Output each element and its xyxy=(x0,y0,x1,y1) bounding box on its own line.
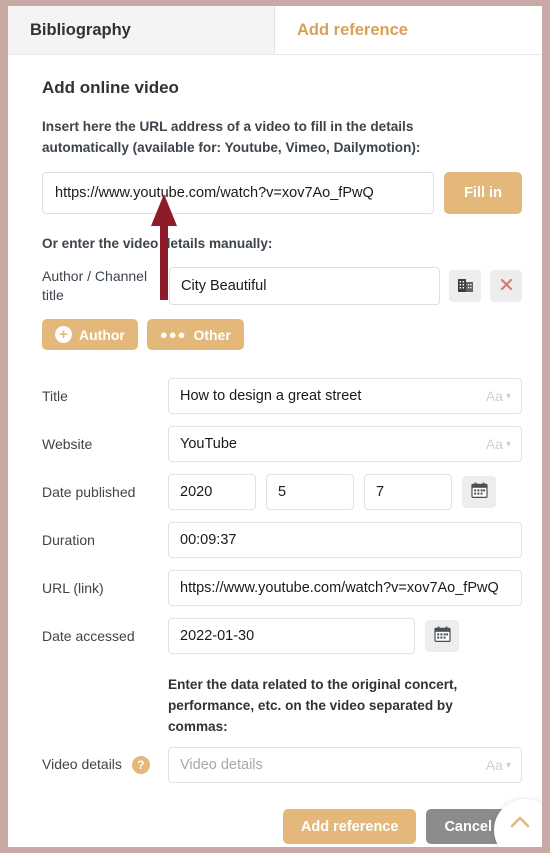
ellipsis-icon: ●●● xyxy=(159,327,187,343)
form-content: Add online video Insert here the URL add… xyxy=(8,55,542,845)
add-other-label: Other xyxy=(193,326,231,343)
url-fill-row: https://www.youtube.com/watch?v=xov7Ao_f… xyxy=(42,172,522,215)
website-input[interactable]: YouTube Aa ▾ xyxy=(168,426,522,463)
month-input[interactable]: 5 xyxy=(266,474,354,511)
remove-author-button[interactable] xyxy=(490,270,522,303)
duration-row: Duration 00:09:37 xyxy=(42,522,522,559)
website-row: Website YouTube Aa ▾ xyxy=(42,426,522,463)
day-input[interactable]: 7 xyxy=(364,474,452,511)
help-icon[interactable]: ? xyxy=(131,756,150,775)
duration-input[interactable]: 00:09:37 xyxy=(168,522,522,559)
tab-add-reference[interactable]: Add reference xyxy=(275,6,542,54)
page-title: Add online video xyxy=(42,78,179,97)
date-accessed-label: Date accessed xyxy=(42,628,135,645)
date-accessed-picker-button[interactable] xyxy=(425,620,459,653)
date-accessed-row: Date accessed 2022-01-30 xyxy=(42,618,522,655)
calendar-icon xyxy=(470,481,489,503)
website-value: YouTube xyxy=(180,436,237,453)
manual-entry-label: Or enter the video details manually: xyxy=(42,236,273,252)
fill-in-button[interactable]: Fill in xyxy=(444,172,522,215)
title-row: Title How to design a great street Aa ▾ xyxy=(42,378,522,415)
url-link-label: URL (link) xyxy=(42,580,104,597)
add-other-button[interactable]: ●●● Other xyxy=(146,319,244,351)
url-helper-text: Insert here the URL address of a video t… xyxy=(42,119,421,156)
video-details-input[interactable]: Video details Aa ▾ xyxy=(168,747,522,784)
aa-label: Aa xyxy=(485,757,503,774)
url-link-row: URL (link) https://www.youtube.com/watch… xyxy=(42,570,522,607)
chevron-down-icon: ▾ xyxy=(505,759,511,771)
video-url-input[interactable]: https://www.youtube.com/watch?v=xov7Ao_f… xyxy=(42,172,434,215)
author-input[interactable]: City Beautiful xyxy=(169,267,440,306)
website-label: Website xyxy=(42,436,93,453)
chevron-down-icon: ▾ xyxy=(505,390,511,402)
video-details-format-dropdown[interactable]: Aa ▾ xyxy=(486,757,511,773)
add-author-label: Author xyxy=(79,326,125,343)
add-author-button[interactable]: + Author xyxy=(42,319,138,351)
date-published-row: Date published 2020 5 7 xyxy=(42,474,522,511)
calendar-icon xyxy=(433,625,452,647)
author-field-label: Author / Channel title xyxy=(42,268,148,304)
add-contributor-row: + Author ●●● Other xyxy=(42,319,522,351)
url-link-input[interactable]: https://www.youtube.com/watch?v=xov7Ao_f… xyxy=(168,570,522,607)
reference-card: Bibliography Add reference Add online vi… xyxy=(8,6,542,847)
aa-label: Aa xyxy=(485,436,503,453)
date-published-label: Date published xyxy=(42,484,136,501)
date-accessed-input[interactable]: 2022-01-30 xyxy=(168,618,415,655)
year-input[interactable]: 2020 xyxy=(168,474,256,511)
aa-label: Aa xyxy=(485,388,503,405)
video-details-label: Video details ? xyxy=(42,756,168,775)
author-row: Author / Channel title City Beautiful xyxy=(42,267,522,306)
tab-bibliography[interactable]: Bibliography xyxy=(8,6,275,54)
chevron-up-icon xyxy=(507,816,542,841)
date-accessed-group: 2022-01-30 xyxy=(168,618,522,655)
video-details-label-text: Video details xyxy=(42,756,122,773)
title-format-dropdown[interactable]: Aa ▾ xyxy=(486,388,511,404)
tab-bar: Bibliography Add reference xyxy=(8,6,542,55)
date-published-group: 2020 5 7 xyxy=(168,474,522,511)
title-input[interactable]: How to design a great street Aa ▾ xyxy=(168,378,522,415)
form-actions: Add reference Cancel xyxy=(34,809,510,845)
video-details-row: Video details ? Video details Aa ▾ xyxy=(42,747,522,784)
tab-add-reference-label: Add reference xyxy=(297,20,408,39)
add-reference-button[interactable]: Add reference xyxy=(282,809,417,845)
video-details-note: Enter the data related to the original c… xyxy=(168,677,458,735)
organization-button[interactable] xyxy=(449,270,481,303)
title-label: Title xyxy=(42,388,68,405)
tab-bibliography-label: Bibliography xyxy=(30,20,131,39)
chevron-down-icon: ▾ xyxy=(505,438,511,450)
duration-label: Duration xyxy=(42,532,95,549)
title-value: How to design a great street xyxy=(180,388,362,405)
plus-icon: + xyxy=(55,326,72,344)
date-published-picker-button[interactable] xyxy=(462,476,496,509)
building-icon xyxy=(457,276,474,296)
website-format-dropdown[interactable]: Aa ▾ xyxy=(486,436,511,452)
close-icon xyxy=(498,276,515,296)
details-form: Title How to design a great street Aa ▾ … xyxy=(42,378,522,784)
video-details-placeholder: Video details xyxy=(180,757,263,774)
